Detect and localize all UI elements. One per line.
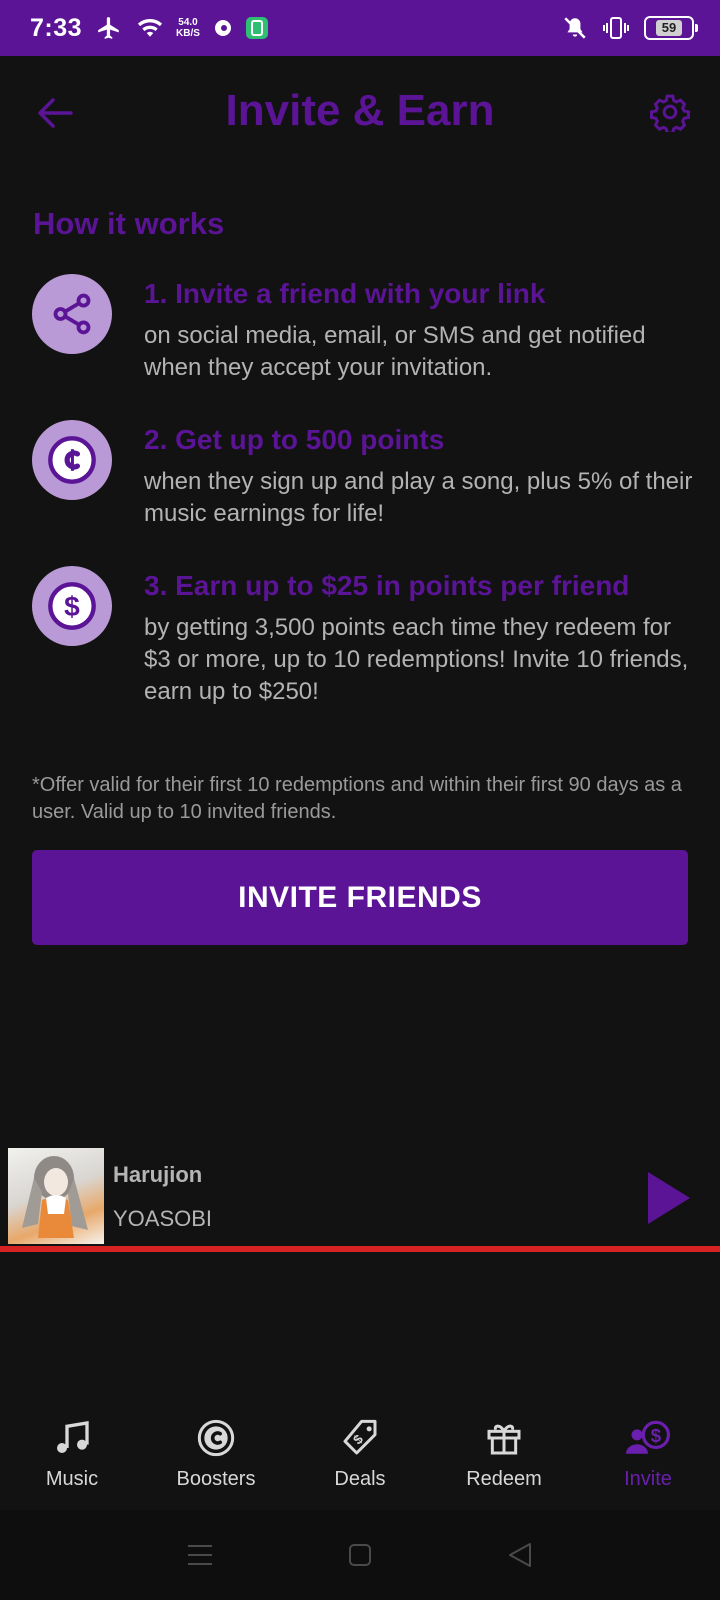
track-title: Harujion xyxy=(113,1162,203,1187)
recent-apps-button[interactable] xyxy=(180,1535,220,1575)
play-icon xyxy=(648,1172,690,1224)
page-title: Invite & Earn xyxy=(225,86,495,135)
status-bar: 7:33 54.0 KB/S 59 xyxy=(0,0,720,56)
step-title: 1. Invite a friend with your link xyxy=(144,278,546,309)
step-description: on social media, email, or SMS and get n… xyxy=(144,322,646,381)
back-triangle-icon xyxy=(509,1543,531,1567)
nav-item-invite[interactable]: $ Invite xyxy=(576,1400,720,1510)
system-navigation-bar xyxy=(0,1510,720,1600)
step-title: 3. Earn up to $25 in points per friend xyxy=(144,570,630,601)
step-description: by getting 3,500 points each time they r… xyxy=(144,614,689,705)
mini-player[interactable]: Harujion YOASOBI xyxy=(0,1148,720,1254)
step-title: 2. Get up to 500 points xyxy=(144,424,445,455)
nav-label: Invite xyxy=(624,1468,672,1490)
booster-coin-icon xyxy=(194,1416,238,1460)
gift-icon xyxy=(482,1416,526,1460)
svg-text:$: $ xyxy=(651,1425,662,1446)
playback-progress-fill xyxy=(0,1246,720,1252)
gear-icon xyxy=(650,94,690,132)
nav-label: Music xyxy=(45,1468,99,1490)
nav-item-boosters[interactable]: Boosters xyxy=(144,1400,288,1510)
offer-footnote: *Offer valid for their first 10 redempti… xyxy=(32,774,682,823)
step-description: when they sign up and play a song, plus … xyxy=(144,468,693,527)
share-icon xyxy=(32,274,112,354)
dollar-coin-icon: $ xyxy=(32,566,112,646)
nav-item-deals[interactable]: $ Deals xyxy=(288,1400,432,1510)
nav-label: Redeem xyxy=(466,1468,542,1490)
track-artist: YOASOBI xyxy=(113,1206,213,1231)
home-button[interactable] xyxy=(340,1535,380,1575)
invite-friends-button[interactable]: INVITE FRIENDS xyxy=(32,850,688,945)
home-square-icon xyxy=(349,1544,371,1566)
bottom-navigation: Music Boosters $ Deals Redeem $ Invite xyxy=(0,1400,720,1510)
app-header: Invite & Earn xyxy=(0,56,720,172)
settings-button[interactable] xyxy=(648,90,692,134)
battery-indicator: 59 xyxy=(644,16,698,40)
svg-text:$: $ xyxy=(64,591,80,622)
nav-item-music[interactable]: Music xyxy=(0,1400,144,1510)
how-it-works-title: How it works xyxy=(33,206,225,241)
album-art xyxy=(8,1148,104,1244)
menu-lines-icon xyxy=(188,1545,212,1565)
music-note-icon xyxy=(50,1416,94,1460)
wifi-icon xyxy=(136,17,164,39)
vibrate-icon xyxy=(602,15,630,41)
network-speed: 54.0 KB/S xyxy=(176,17,200,39)
play-button[interactable] xyxy=(644,1170,694,1226)
status-time: 7:33 xyxy=(30,13,83,42)
mute-vibrate-icon xyxy=(562,15,588,41)
nav-label: Deals xyxy=(334,1468,386,1490)
vpn-app-icon xyxy=(212,17,234,39)
playback-progress-bar[interactable] xyxy=(0,1246,720,1252)
invite-user-dollar-icon: $ xyxy=(626,1416,670,1460)
system-back-button[interactable] xyxy=(500,1535,540,1575)
airplane-icon xyxy=(94,15,124,41)
nav-label: Boosters xyxy=(176,1468,256,1490)
points-coin-icon xyxy=(32,420,112,500)
nav-item-redeem[interactable]: Redeem xyxy=(432,1400,576,1510)
notification-app-icon xyxy=(245,17,268,39)
deal-tag-icon: $ xyxy=(338,1416,382,1460)
